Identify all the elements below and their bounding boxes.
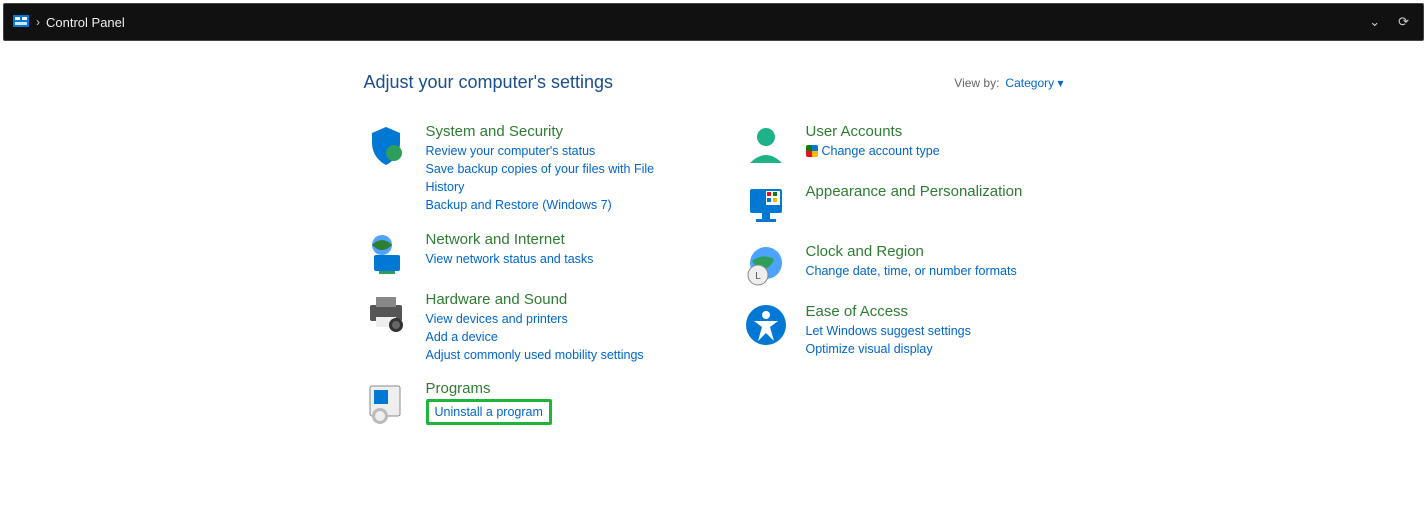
category-title[interactable]: Network and Internet (426, 231, 594, 248)
refresh-icon[interactable]: ⟳ (1398, 14, 1409, 30)
appearance-icon (744, 183, 788, 227)
history-dropdown-icon[interactable]: ⌄ (1369, 14, 1380, 30)
user-icon (744, 123, 788, 167)
category-title[interactable]: User Accounts (806, 123, 940, 140)
link-network-status[interactable]: View network status and tasks (426, 250, 594, 268)
category-network: Network and Internet View network status… (364, 231, 684, 275)
programs-icon (364, 380, 408, 424)
category-appearance: Appearance and Personalization (744, 183, 1064, 227)
view-by-value[interactable]: Category ▾ (1005, 76, 1063, 90)
printer-icon (364, 291, 408, 335)
link-review-status[interactable]: Review your computer's status (426, 142, 684, 160)
category-system-security: System and Security Review your computer… (364, 123, 684, 215)
category-title[interactable]: Clock and Region (806, 243, 1017, 260)
category-title[interactable]: Programs (426, 380, 552, 397)
shield-icon (364, 123, 408, 167)
category-title[interactable]: Hardware and Sound (426, 291, 644, 308)
control-panel-icon (12, 13, 30, 31)
content-area: Adjust your computer's settings View by:… (0, 44, 1427, 441)
link-backup-restore[interactable]: Backup and Restore (Windows 7) (426, 196, 684, 214)
link-devices-printers[interactable]: View devices and printers (426, 310, 644, 328)
network-icon (364, 231, 408, 275)
accessibility-icon (744, 303, 788, 347)
svg-text:L: L (755, 271, 761, 282)
address-bar[interactable]: › Control Panel ⌄ ⟳ (3, 3, 1424, 41)
page-title: Adjust your computer's settings (364, 72, 614, 93)
link-file-history[interactable]: Save backup copies of your files with Fi… (426, 160, 684, 196)
category-clock: L Clock and Region Change date, time, or… (744, 243, 1064, 287)
highlight-box: Uninstall a program (426, 399, 552, 425)
breadcrumb-location[interactable]: Control Panel (46, 15, 1363, 30)
category-hardware: Hardware and Sound View devices and prin… (364, 291, 684, 364)
category-title[interactable]: Ease of Access (806, 303, 971, 320)
category-ease-of-access: Ease of Access Let Windows suggest setti… (744, 303, 1064, 358)
link-mobility-settings[interactable]: Adjust commonly used mobility settings (426, 346, 644, 364)
link-change-account-type[interactable]: Change account type (806, 142, 940, 160)
clock-globe-icon: L (744, 243, 788, 287)
category-title[interactable]: Appearance and Personalization (806, 183, 1023, 200)
category-user-accounts: User Accounts Change account type (744, 123, 1064, 167)
link-optimize-display[interactable]: Optimize visual display (806, 340, 971, 358)
link-date-time-formats[interactable]: Change date, time, or number formats (806, 262, 1017, 280)
view-by-label: View by: (954, 76, 999, 90)
view-by-control[interactable]: View by: Category ▾ (954, 76, 1063, 90)
link-uninstall-program[interactable]: Uninstall a program (435, 405, 543, 419)
category-title[interactable]: System and Security (426, 123, 684, 140)
category-programs: Programs Uninstall a program (364, 380, 684, 425)
chevron-down-icon: ▾ (1057, 76, 1063, 90)
link-add-device[interactable]: Add a device (426, 328, 644, 346)
link-windows-suggest[interactable]: Let Windows suggest settings (806, 322, 971, 340)
breadcrumb-separator: › (36, 15, 40, 29)
